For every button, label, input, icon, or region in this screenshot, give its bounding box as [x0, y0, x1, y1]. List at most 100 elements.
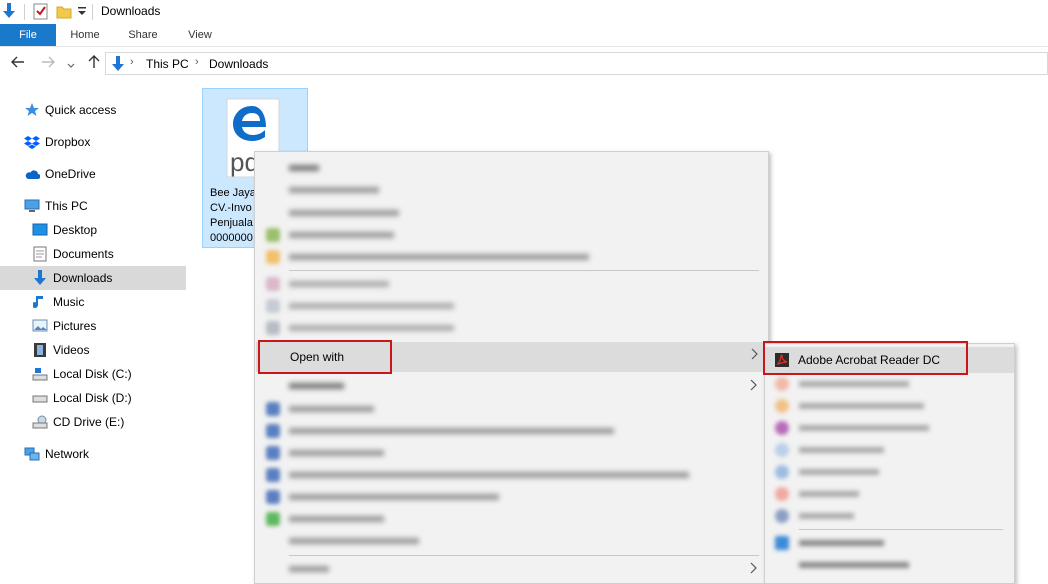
nav-label: Downloads: [53, 271, 113, 285]
nav-label: Desktop: [53, 223, 98, 237]
menu-item-blurred[interactable]: [255, 464, 768, 486]
customize-dropdown-icon[interactable]: [77, 5, 87, 20]
menu-item-blurred[interactable]: [255, 398, 768, 420]
submenu-item-blurred-choose-app[interactable]: [765, 554, 1014, 576]
file-name-line: 0000000: [210, 232, 253, 244]
menu-separator: [289, 555, 759, 556]
pictures-icon: [32, 318, 48, 334]
menu-item-blurred[interactable]: [255, 558, 768, 580]
title-separator: [92, 4, 93, 20]
nav-cd-drive-e[interactable]: CD Drive (E:): [0, 410, 186, 434]
highlight-box-acrobat: [763, 341, 968, 375]
breadcrumb-downloads[interactable]: Downloads: [209, 57, 268, 71]
file-name-line: Bee Jaya: [210, 187, 256, 199]
documents-icon: [32, 246, 48, 262]
menu-item-blurred[interactable]: [255, 157, 768, 179]
menu-item-blurred[interactable]: [255, 508, 768, 530]
tab-view[interactable]: View: [177, 24, 223, 46]
nav-pictures[interactable]: Pictures: [0, 314, 186, 338]
submenu-item-blurred[interactable]: [765, 483, 1014, 505]
ribbon: File Home Share View: [0, 24, 1048, 47]
nav-label: Videos: [53, 343, 90, 357]
submenu-item-blurred[interactable]: [765, 505, 1014, 527]
submenu-item-blurred[interactable]: [765, 395, 1014, 417]
menu-item-blurred[interactable]: [255, 486, 768, 508]
nav-this-pc[interactable]: This PC: [0, 194, 186, 218]
videos-icon: [32, 342, 48, 358]
nav-label: This PC: [45, 199, 88, 213]
menu-item-blurred[interactable]: [255, 295, 768, 317]
drive-icon: [32, 366, 48, 382]
nav-downloads[interactable]: Downloads: [0, 266, 186, 290]
file-name-line: Penjuala: [210, 217, 253, 229]
chevron-right-icon: [749, 562, 757, 577]
window-title: Downloads: [101, 4, 161, 18]
open-with-submenu: Adobe Acrobat Reader DC: [764, 343, 1015, 584]
tab-share[interactable]: Share: [120, 24, 166, 46]
dropbox-icon: [24, 134, 40, 150]
navigation-pane: Quick access Dropbox OneDrive This PC De…: [0, 92, 186, 572]
nav-label: Quick access: [45, 103, 117, 117]
nav-network[interactable]: Network: [0, 442, 186, 466]
tab-file[interactable]: File: [0, 24, 56, 46]
nav-documents[interactable]: Documents: [0, 242, 186, 266]
desktop-icon: [32, 222, 48, 238]
menu-item-blurred[interactable]: [255, 224, 768, 246]
nav-videos[interactable]: Videos: [0, 338, 186, 362]
nav-label: Local Disk (C:): [53, 367, 132, 381]
address-row: › This PC › Downloads: [0, 48, 1048, 78]
menu-item-blurred[interactable]: [255, 420, 768, 442]
recent-locations-chevron-icon[interactable]: [67, 57, 75, 73]
nav-label: Dropbox: [45, 135, 91, 149]
submenu-item-blurred[interactable]: [765, 439, 1014, 461]
menu-item-blurred[interactable]: [255, 202, 768, 224]
submenu-item-blurred[interactable]: [765, 373, 1014, 395]
chevron-right-icon: [750, 348, 758, 363]
menu-item-blurred[interactable]: [255, 246, 768, 268]
nav-label: Documents: [53, 247, 114, 261]
cloud-icon: [24, 166, 40, 182]
title-bar: Downloads: [0, 0, 1048, 24]
up-arrow-icon[interactable]: [87, 55, 101, 72]
network-icon: [24, 446, 40, 462]
down-arrow-icon[interactable]: [1, 2, 17, 23]
nav-local-disk-c[interactable]: Local Disk (C:): [0, 362, 186, 386]
menu-item-blurred[interactable]: [255, 442, 768, 464]
computer-icon: [24, 198, 40, 214]
nav-music[interactable]: Music: [0, 290, 186, 314]
menu-item-blurred[interactable]: [255, 273, 768, 295]
nav-quick-access[interactable]: Quick access: [0, 98, 186, 122]
menu-item-blurred[interactable]: [255, 317, 768, 339]
submenu-item-blurred[interactable]: [765, 417, 1014, 439]
tab-home[interactable]: Home: [62, 24, 108, 46]
submenu-item-blurred[interactable]: [765, 461, 1014, 483]
nav-label: CD Drive (E:): [53, 415, 125, 429]
nav-dropbox[interactable]: Dropbox: [0, 130, 186, 154]
file-name: Bee Jaya CV.-Invo Penjuala 0000000: [210, 186, 256, 246]
drive-icon: [32, 390, 48, 406]
title-separator: [24, 4, 25, 20]
properties-icon[interactable]: [33, 3, 49, 23]
forward-arrow-icon[interactable]: [41, 55, 55, 72]
breadcrumb-this-pc[interactable]: This PC: [146, 57, 189, 71]
menu-item-blurred[interactable]: [255, 179, 768, 201]
nav-label: Music: [53, 295, 85, 309]
download-arrow-icon: [32, 270, 48, 286]
nav-onedrive[interactable]: OneDrive: [0, 162, 186, 186]
menu-item-blurred-share[interactable]: [255, 375, 768, 397]
breadcrumb-chevron-icon[interactable]: ›: [195, 56, 199, 68]
back-arrow-icon[interactable]: [11, 55, 25, 72]
nav-local-disk-d[interactable]: Local Disk (D:): [0, 386, 186, 410]
nav-label: Pictures: [53, 319, 97, 333]
nav-label: OneDrive: [45, 167, 96, 181]
nav-desktop[interactable]: Desktop: [0, 218, 186, 242]
breadcrumb-chevron-icon[interactable]: ›: [130, 56, 134, 68]
address-bar[interactable]: › This PC › Downloads: [105, 52, 1048, 75]
new-folder-icon[interactable]: [56, 4, 72, 23]
music-note-icon: [32, 294, 48, 310]
submenu-separator: [799, 529, 1003, 530]
downloads-folder-icon: [110, 55, 126, 76]
submenu-item-blurred-store[interactable]: [765, 532, 1014, 554]
menu-item-blurred[interactable]: [255, 530, 768, 552]
nav-label: Network: [45, 447, 90, 461]
